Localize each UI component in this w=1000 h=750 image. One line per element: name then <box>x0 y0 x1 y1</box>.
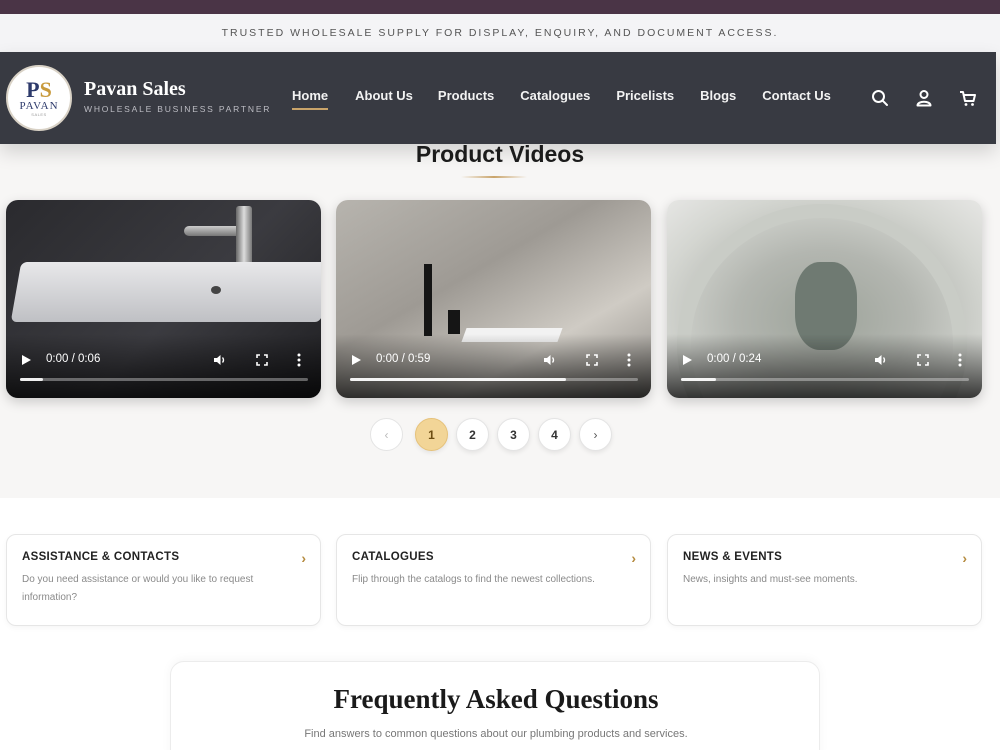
brand-name: Pavan Sales <box>84 78 186 100</box>
logo[interactable]: PS PAVAN SALES <box>6 65 72 131</box>
title-underline <box>461 176 527 178</box>
main-nav: Home About Us Products Catalogues Pricel… <box>292 88 858 110</box>
nav-catalogues[interactable]: Catalogues <box>520 88 590 103</box>
section-title-product-videos: Product Videos <box>415 141 585 167</box>
play-icon[interactable] <box>22 355 31 365</box>
page-3-button[interactable]: 3 <box>497 418 530 451</box>
nav-contact-us[interactable]: Contact Us <box>762 88 831 103</box>
volume-icon[interactable] <box>543 353 557 367</box>
chevron-right-icon[interactable]: › <box>962 550 967 566</box>
video-player-1[interactable]: 0:00 / 0:06 <box>6 200 321 398</box>
nav-pricelists[interactable]: Pricelists <box>616 88 674 103</box>
video-controls: 0:00 / 0:06 <box>6 334 321 398</box>
site-header: PS PAVAN SALES Pavan Sales WHOLESALE BUS… <box>0 52 996 144</box>
card-title: CATALOGUES <box>352 551 434 563</box>
sink-basin <box>10 262 321 322</box>
user-icon[interactable] <box>914 88 934 108</box>
nav-home[interactable]: Home <box>292 88 329 110</box>
page-1-button[interactable]: 1 <box>415 418 448 451</box>
video-time: 0:00 / 0:24 <box>707 353 762 365</box>
video-player-2[interactable]: 0:00 / 0:59 <box>336 200 651 398</box>
card-assistance-contacts[interactable]: ASSISTANCE & CONTACTS Do you need assist… <box>6 534 321 626</box>
play-icon[interactable] <box>683 355 692 365</box>
logo-word: PAVAN <box>19 99 59 112</box>
page-2-button[interactable]: 2 <box>456 418 489 451</box>
logo-mark-p: P <box>26 76 40 102</box>
fullscreen-icon[interactable] <box>586 354 598 366</box>
card-text: News, insights and must-see moments. <box>683 574 858 585</box>
video-progress[interactable] <box>20 378 308 381</box>
top-strip <box>0 0 1000 14</box>
volume-icon[interactable] <box>213 353 227 367</box>
play-icon[interactable] <box>352 355 361 365</box>
card-title: NEWS & EVENTS <box>683 551 783 563</box>
more-options-icon[interactable] <box>297 353 301 367</box>
logo-mark-s: S <box>39 76 52 102</box>
fullscreen-icon[interactable] <box>917 354 929 366</box>
fullscreen-icon[interactable] <box>256 354 268 366</box>
video-pagination: ‹ 1 2 3 4 › <box>370 418 612 451</box>
brand[interactable]: Pavan Sales WHOLESALE BUSINESS PARTNER <box>84 78 271 114</box>
search-icon[interactable] <box>870 88 890 108</box>
faucet-handle <box>448 310 460 334</box>
faq-subtitle: Find answers to common questions about o… <box>304 728 688 740</box>
more-options-icon[interactable] <box>627 353 631 367</box>
card-title: ASSISTANCE & CONTACTS <box>22 551 180 563</box>
video-time: 0:00 / 0:59 <box>376 353 431 365</box>
chevron-right-icon[interactable]: › <box>301 550 306 566</box>
logo-sub: SALES <box>31 111 47 117</box>
faq-section: Frequently Asked Questions Find answers … <box>170 661 820 750</box>
page-4-button[interactable]: 4 <box>538 418 571 451</box>
card-catalogues[interactable]: CATALOGUES Flip through the catalogs to … <box>336 534 651 626</box>
chevron-right-icon[interactable]: › <box>631 550 636 566</box>
nav-about-us[interactable]: About Us <box>355 88 413 103</box>
card-text: Flip through the catalogs to find the ne… <box>352 574 595 585</box>
video-player-3[interactable]: 0:00 / 0:24 <box>667 200 982 398</box>
video-progress[interactable] <box>350 378 638 381</box>
video-controls: 0:00 / 0:24 <box>667 334 982 398</box>
sink-drain <box>211 286 221 294</box>
video-progress-fill <box>350 378 566 381</box>
nav-blogs[interactable]: Blogs <box>700 88 736 103</box>
cart-icon[interactable] <box>958 88 978 108</box>
announcement-bar: TRUSTED WHOLESALE SUPPLY FOR DISPLAY, EN… <box>0 14 1000 52</box>
faq-title: Frequently Asked Questions <box>333 684 659 714</box>
video-progress-fill <box>20 378 44 381</box>
more-options-icon[interactable] <box>958 353 962 367</box>
video-time: 0:00 / 0:06 <box>46 353 101 365</box>
brand-tagline: WHOLESALE BUSINESS PARTNER <box>84 104 272 114</box>
video-controls: 0:00 / 0:59 <box>336 334 651 398</box>
video-progress-fill <box>681 378 716 381</box>
volume-icon[interactable] <box>874 353 888 367</box>
video-progress[interactable] <box>681 378 969 381</box>
faucet <box>424 264 432 336</box>
header-icons <box>870 88 978 108</box>
card-news-events[interactable]: NEWS & EVENTS News, insights and must-se… <box>667 534 982 626</box>
prev-page-button[interactable]: ‹ <box>370 418 403 451</box>
card-text: Do you need assistance or would you like… <box>22 574 254 603</box>
nav-products[interactable]: Products <box>438 88 494 103</box>
next-page-button[interactable]: › <box>579 418 612 451</box>
